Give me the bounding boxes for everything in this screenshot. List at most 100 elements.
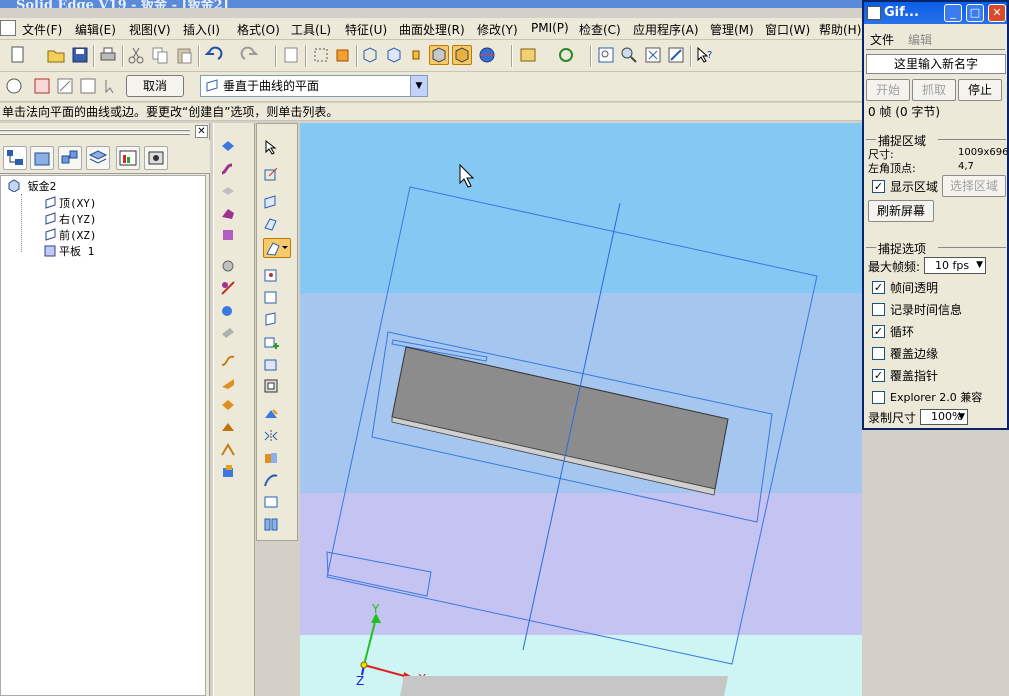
copy-icon[interactable] <box>150 45 170 65</box>
convert-icon[interactable] <box>220 463 236 479</box>
break-corner-icon[interactable] <box>220 324 236 340</box>
edgebar-grip[interactable] <box>0 126 206 138</box>
cutout-icon[interactable] <box>220 258 236 274</box>
angled-plane-icon[interactable] <box>263 216 279 232</box>
shaded-view-icon[interactable] <box>429 45 449 65</box>
transparent-checkbox[interactable]: ✓ <box>872 281 885 294</box>
app-icon[interactable] <box>0 20 16 36</box>
feature-pattern-icon[interactable] <box>263 406 279 422</box>
gif-menu-edit[interactable]: 编辑 <box>908 31 932 48</box>
menu-edit[interactable]: 编辑(E) <box>75 21 116 38</box>
contour-flange-icon[interactable] <box>220 183 236 199</box>
copy-surface-icon[interactable] <box>263 356 279 372</box>
max-fps-select[interactable]: 10 fps ▼ <box>924 257 986 274</box>
record-size-select[interactable]: 100% ▼ <box>920 409 968 425</box>
profile-step-icon[interactable] <box>55 76 75 96</box>
capture-button[interactable]: 抓取 <box>912 79 956 101</box>
unbend-icon[interactable] <box>220 375 236 391</box>
show-area-checkbox[interactable]: ✓ <box>872 180 885 193</box>
wireframe-view-icon[interactable] <box>360 45 380 65</box>
split-icon[interactable] <box>263 516 279 532</box>
shaded-edges-view-icon[interactable] <box>452 45 472 65</box>
start-button[interactable]: 开始 <box>866 79 910 101</box>
open-icon[interactable] <box>46 45 66 65</box>
loop-checkbox[interactable]: ✓ <box>872 325 885 338</box>
side-step-icon[interactable] <box>78 76 98 96</box>
select-area-button[interactable]: 选择区域 <box>942 175 1006 197</box>
menu-surfacing[interactable]: 曲面处理(R) <box>399 21 465 38</box>
menu-help[interactable]: 帮助(H) <box>819 21 861 38</box>
menu-modify[interactable]: 修改(Y) <box>477 21 518 38</box>
model-tool-icon[interactable] <box>333 45 353 65</box>
plane-by-3-points-icon[interactable] <box>263 311 279 327</box>
tab-icon[interactable] <box>220 138 236 154</box>
sketch-icon[interactable] <box>263 166 279 182</box>
close-icon[interactable]: ✕ <box>195 125 208 138</box>
menu-window[interactable]: 窗口(W) <box>765 21 810 38</box>
cancel-button[interactable]: 取消 <box>126 75 184 97</box>
hole-icon[interactable] <box>220 280 236 296</box>
select-tool-icon[interactable] <box>311 45 331 65</box>
tab-sensors[interactable] <box>116 146 140 170</box>
tab-feature-library[interactable] <box>30 146 54 170</box>
print-icon[interactable] <box>98 45 118 65</box>
normal-cutout-icon[interactable] <box>220 302 236 318</box>
jog-icon[interactable] <box>220 419 236 435</box>
step-select-icon[interactable] <box>4 76 24 96</box>
frame-icon[interactable] <box>263 378 279 394</box>
pointer-icon[interactable] <box>263 139 279 155</box>
plane-type-select[interactable]: 垂直于曲线的平面 ▼ <box>200 75 428 97</box>
normal-to-curve-plane-icon[interactable] <box>263 238 291 258</box>
tab-family-of-parts[interactable] <box>58 146 82 170</box>
close-corner-icon[interactable] <box>220 441 236 457</box>
tree-item-front-plane[interactable]: 前(XZ) <box>43 227 97 243</box>
undo-icon[interactable] <box>203 45 223 65</box>
paste-icon[interactable] <box>174 45 194 65</box>
save-icon[interactable] <box>70 45 90 65</box>
tree-item-tab[interactable]: 平板 1 <box>43 243 94 259</box>
gif-menu-file[interactable]: 文件 <box>870 31 894 48</box>
explorer-checkbox[interactable] <box>872 391 885 404</box>
refresh-screen-button[interactable]: 刷新屏幕 <box>868 200 934 222</box>
chevron-down-icon[interactable]: ▼ <box>410 76 427 96</box>
hidden-edge-view-icon[interactable] <box>384 45 404 65</box>
cursor-checkbox[interactable]: ✓ <box>872 369 885 382</box>
menu-applications[interactable]: 应用程序(A) <box>633 21 699 38</box>
mirror-icon[interactable] <box>263 428 279 444</box>
close-icon[interactable]: ✕ <box>988 4 1006 22</box>
tree-root[interactable]: 钣金2 <box>7 178 56 194</box>
layers-icon[interactable] <box>518 45 538 65</box>
pan-icon[interactable] <box>666 45 686 65</box>
zoom-area-icon[interactable] <box>596 45 616 65</box>
window-icon[interactable] <box>281 45 301 65</box>
menu-file[interactable]: 文件(F) <box>22 21 62 38</box>
tab-feature-pathfinder[interactable] <box>3 146 27 170</box>
gif-name-input[interactable]: 这里输入新名字 <box>866 54 1006 74</box>
graphics-viewport[interactable]: Y X Z <box>300 123 862 696</box>
render-sphere-icon[interactable] <box>477 45 497 65</box>
menu-tools[interactable]: 工具(L) <box>291 21 331 38</box>
redo-icon[interactable] <box>240 45 260 65</box>
tab-layers[interactable] <box>86 146 110 170</box>
edge-checkbox[interactable] <box>872 347 885 360</box>
blue-surface-icon[interactable] <box>263 494 279 510</box>
lofted-flange-icon[interactable] <box>220 205 236 221</box>
new-icon[interactable] <box>8 45 28 65</box>
minimize-icon[interactable]: _ <box>944 4 962 22</box>
small-cube-icon[interactable] <box>406 45 426 65</box>
plane-step-icon[interactable] <box>32 76 52 96</box>
tab-simplify[interactable] <box>144 146 168 170</box>
tangent-plane-icon[interactable] <box>263 289 279 305</box>
menu-format[interactable]: 格式(O) <box>237 21 280 38</box>
coordinate-plane-icon[interactable] <box>263 267 279 283</box>
menu-manage[interactable]: 管理(M) <box>710 21 754 38</box>
maximize-icon[interactable]: □ <box>966 4 984 22</box>
tree-item-top-plane[interactable]: 顶(XY) <box>43 195 97 211</box>
rebend-icon[interactable] <box>220 397 236 413</box>
gif-title-bar[interactable]: Gif... <box>864 2 1007 24</box>
finish-step-icon[interactable] <box>101 76 121 96</box>
cut-icon[interactable] <box>126 45 146 65</box>
fit-icon[interactable] <box>643 45 663 65</box>
zoom-icon[interactable] <box>619 45 639 65</box>
part-copy-icon[interactable] <box>263 450 279 466</box>
